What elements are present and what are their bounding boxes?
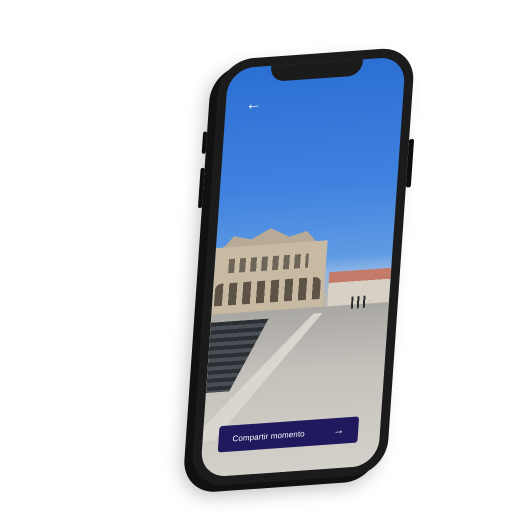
background-photo <box>200 56 406 478</box>
arrow-left-icon: ← <box>245 95 263 114</box>
mockup-scene: ← Compartir momento → <box>0 0 522 528</box>
back-button[interactable]: ← <box>243 94 264 116</box>
share-moment-label: Compartir momento <box>232 428 306 443</box>
people <box>350 295 370 309</box>
phone-frame: ← Compartir momento → <box>190 46 416 488</box>
arrow-right-icon: → <box>332 424 345 438</box>
volume-button <box>197 167 205 209</box>
power-button <box>405 138 415 188</box>
mute-switch <box>201 131 208 154</box>
phone-screen: ← Compartir momento → <box>200 56 406 478</box>
